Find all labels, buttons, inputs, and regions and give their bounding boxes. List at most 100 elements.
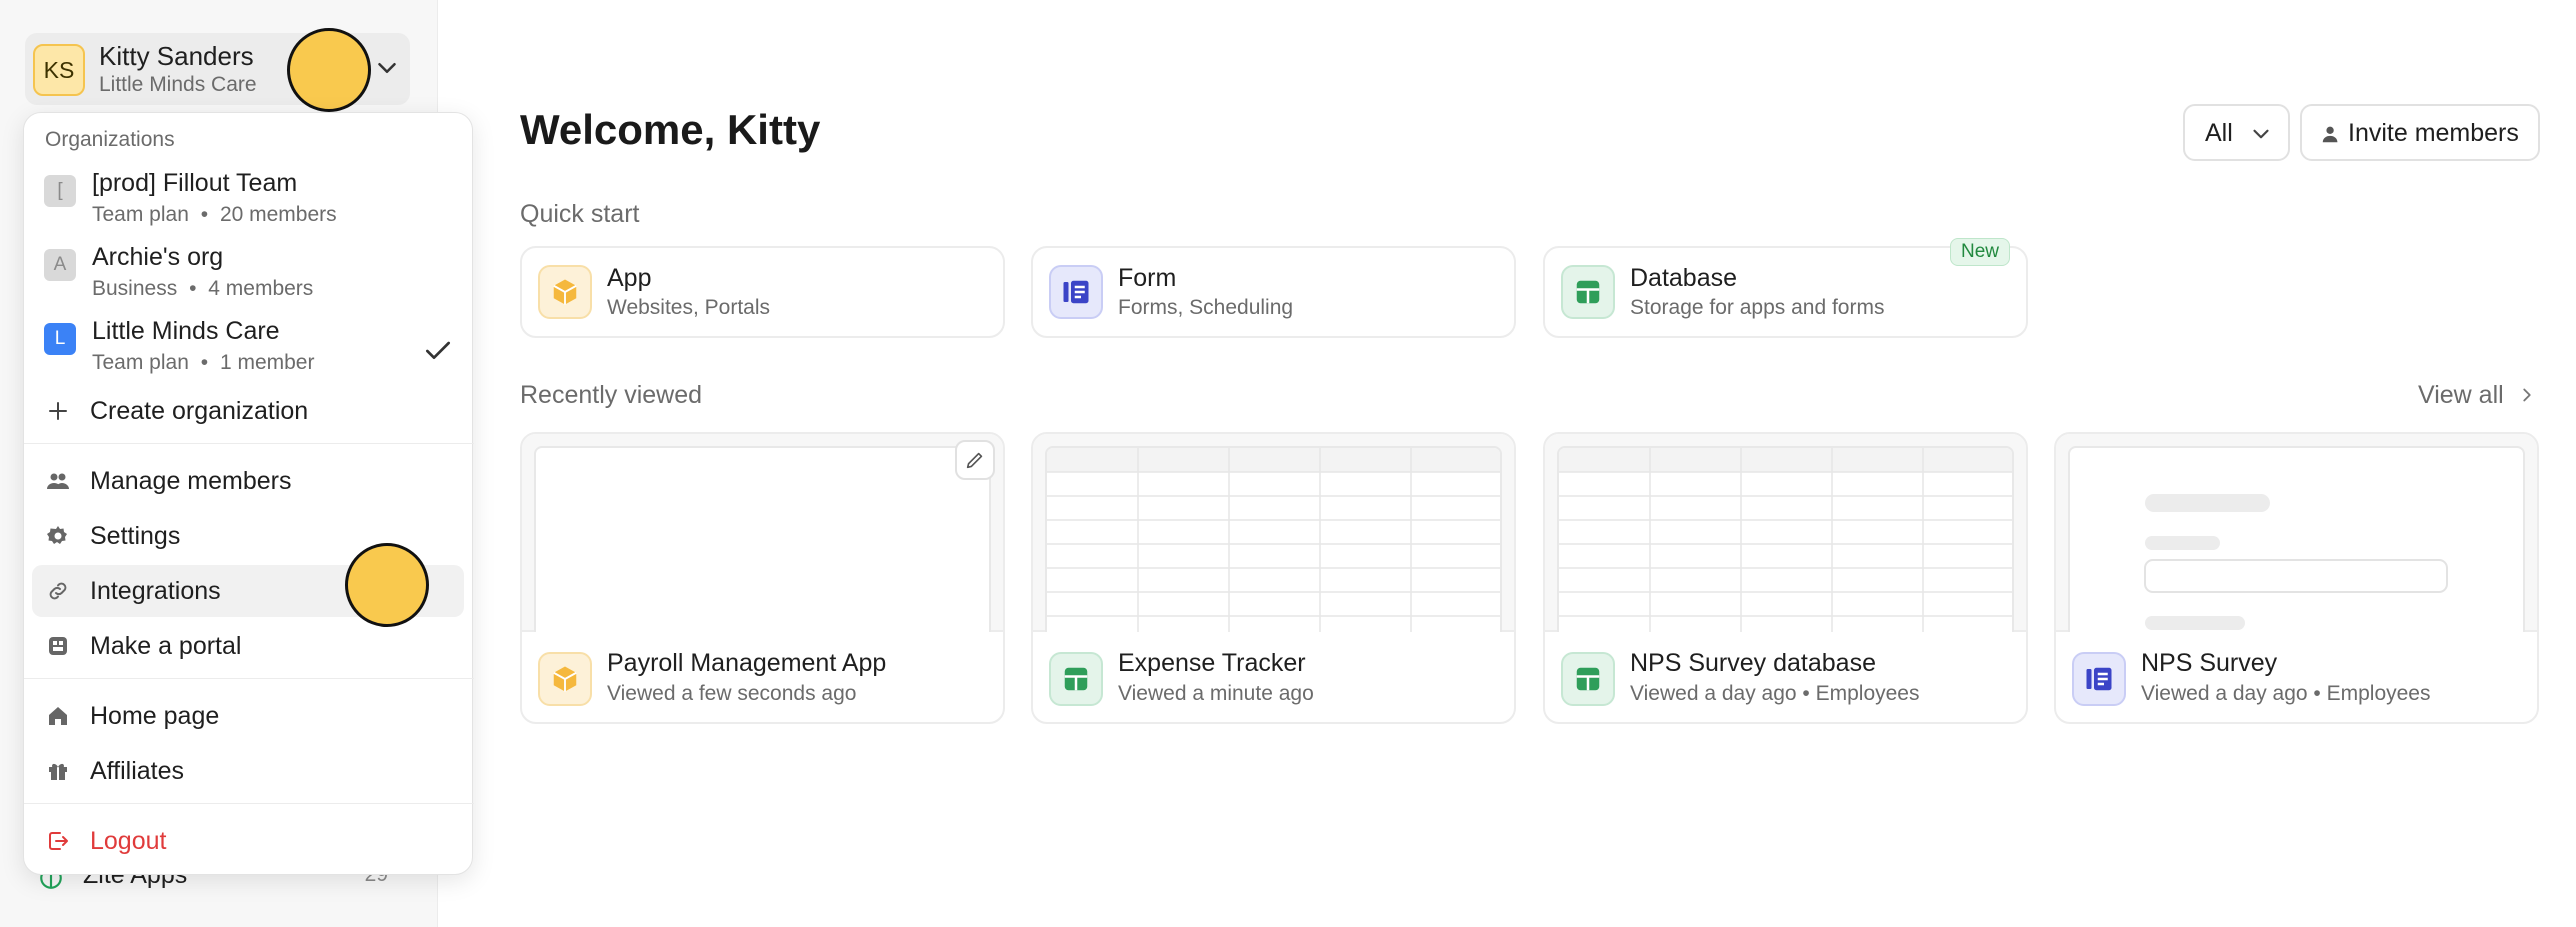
card-subtitle: Viewed a day ago • Employees [1630,682,1920,705]
gift-icon [49,763,67,780]
menu-item-home-page[interactable]: Home page [32,690,464,742]
org-item-archies-org[interactable]: A Archie's org Business • 4 members [24,239,474,311]
edit-button[interactable] [955,440,995,480]
org-avatar: A [44,249,76,281]
portal-icon [49,637,67,655]
divider [24,803,474,804]
org-name: Archie's org [92,243,224,271]
pencil-icon [966,452,983,469]
app-tile [538,652,592,706]
meta-separator: • [189,277,197,300]
card-subtitle: Forms, Scheduling [1118,296,1294,319]
org-item-fillout-team[interactable]: [ [prod] Fillout Team Team plan • 20 mem… [24,165,474,237]
filter-select-value: All [2205,119,2233,147]
table-icon [1576,280,1600,304]
user-org: Little Minds Care [99,73,257,96]
card-title: Form [1118,264,1177,292]
form-tile [2072,652,2126,706]
org-plan: Team plan [92,351,189,374]
database-tile [1561,265,1615,319]
card-preview [1033,434,1514,632]
preview-frame [534,446,991,632]
form-icon [2086,667,2112,691]
chevron-down-icon[interactable] [372,53,402,83]
preview-frame [1045,446,1502,632]
invite-members-button[interactable]: Invite members [2300,104,2540,161]
card-subtitle: Viewed a minute ago [1118,682,1314,705]
org-meta: Business • 4 members [92,277,313,301]
chevron-down-icon [2253,129,2269,139]
form-tile [1049,265,1103,319]
org-members: 20 members [219,203,337,226]
user-avatar: KS [33,44,85,96]
home-icon [49,707,67,725]
create-organization-label: Create organization [90,397,309,425]
recent-card-expense-tracker[interactable]: Expense Tracker Viewed a minute ago [1031,432,1516,724]
card-title: NPS Survey [2141,649,2278,677]
menu-item-label: Home page [90,702,220,730]
quick-start-app-card[interactable]: App Websites, Portals [520,246,1005,338]
cube-icon [553,666,577,692]
create-organization-button[interactable]: Create organization [32,385,464,437]
menu-item-label: Manage members [90,467,292,495]
quick-start-form-card[interactable]: Form Forms, Scheduling [1031,246,1516,338]
org-item-little-minds-care[interactable]: L Little Minds Care Team plan • 1 member [24,313,474,385]
cube-icon [553,279,577,305]
form-preview [2144,494,2448,630]
org-members: 4 members [208,277,314,300]
preview-frame [2068,446,2525,632]
meta-separator: • [200,203,209,226]
recent-card-nps-database[interactable]: NPS Survey database Viewed a day ago • E… [1543,432,2028,724]
org-avatar: [ [44,175,76,207]
recent-card-payroll[interactable]: Payroll Management App Viewed a few seco… [520,432,1005,724]
menu-item-manage-members[interactable]: Manage members [32,455,464,507]
new-badge: New [1949,238,2010,266]
card-preview [2056,434,2537,632]
menu-item-label: Affiliates [90,757,185,785]
page-title: Welcome, Kitty [520,106,821,153]
org-plan: Team plan [92,203,189,226]
grid-preview [1047,448,1500,632]
grid-preview [1559,448,2012,632]
org-members: 1 member [219,351,315,374]
menu-item-label: Make a portal [90,632,242,660]
menu-item-affiliates[interactable]: Affiliates [32,745,464,797]
checkmark-icon [426,341,450,359]
org-meta: Team plan • 20 members [92,203,337,227]
card-preview [1545,434,2026,632]
card-subtitle: Viewed a day ago • Employees [2141,682,2431,705]
divider [24,443,474,444]
card-title: Database [1630,264,1738,292]
organization-dropdown: Organizations [ [prod] Fillout Team Team… [23,112,474,875]
plus-icon [49,402,67,420]
view-all-link[interactable]: View all [2418,381,2504,410]
preview-frame [1557,446,2014,632]
divider [24,678,474,679]
gear-icon [47,526,67,544]
card-title: Payroll Management App [607,649,887,677]
form-icon [1063,280,1089,304]
logout-icon [49,832,68,850]
cursor-marker [287,28,371,112]
card-subtitle: Viewed a few seconds ago [607,682,857,705]
menu-item-logout[interactable]: Logout [32,815,464,867]
card-title: Expense Tracker [1118,649,1306,677]
recent-card-nps-survey[interactable]: NPS Survey Viewed a day ago • Employees [2054,432,2539,724]
menu-item-make-portal[interactable]: Make a portal [32,620,464,672]
table-icon [1064,667,1088,691]
users-icon [47,473,69,489]
chevron-right-icon[interactable] [2516,384,2538,406]
card-title: NPS Survey database [1630,649,1876,677]
org-name: Little Minds Care [92,317,280,345]
user-add-icon [2322,126,2338,143]
card-subtitle: Websites, Portals [607,296,771,319]
org-meta: Team plan • 1 member [92,351,314,375]
organizations-heading: Organizations [45,128,175,151]
quick-start-database-card[interactable]: Database Storage for apps and forms New [1543,238,2028,338]
filter-select[interactable]: All [2183,104,2290,161]
card-title: App [607,264,652,292]
link-icon [49,582,67,600]
quick-start-title: Quick start [520,200,640,228]
org-avatar: L [44,323,76,355]
card-preview [522,434,1003,632]
